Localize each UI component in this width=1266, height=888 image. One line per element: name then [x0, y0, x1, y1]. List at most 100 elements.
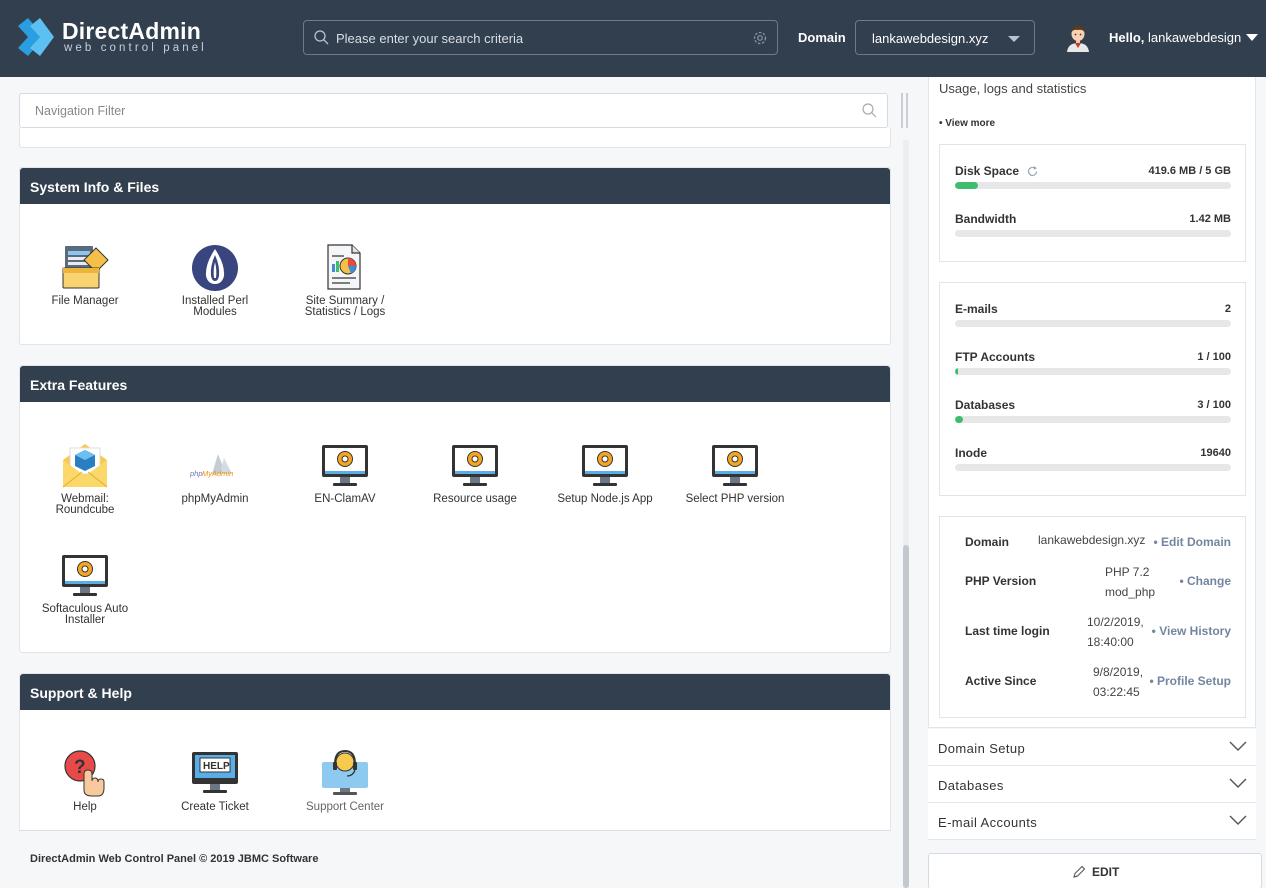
domain-select-value: lankawebdesign.xyz: [872, 31, 989, 46]
panel-extra-features: Extra Features Webmail: Roundcube php My…: [19, 365, 891, 653]
global-search-input[interactable]: Please enter your search criteria: [303, 20, 778, 55]
stat-value: 2: [1224, 303, 1231, 315]
navigation-filter-placeholder: Navigation Filter: [35, 104, 126, 118]
roundcube-mail-icon: [62, 444, 108, 488]
accordion-label: E-mail Accounts: [938, 815, 1038, 830]
info-value: lankawebdesign.xyz: [1038, 533, 1146, 547]
user-greeting[interactable]: Hello, lankawebdesign: [1109, 30, 1241, 45]
stat-label: FTP Accounts: [955, 350, 1036, 364]
directadmin-logo[interactable]: DirectAdmin web control panel: [18, 16, 218, 60]
support-headset-icon: [322, 749, 368, 795]
progress-bar: [955, 464, 1231, 471]
monitor-gear-icon: [582, 445, 628, 486]
panel-system-info-files: System Info & Files File Manager Install…: [19, 167, 891, 345]
tile-label: Installed Perl Modules: [181, 295, 249, 318]
edit-domain-link[interactable]: • Edit Domain: [1153, 535, 1231, 549]
accordion-label: Domain Setup: [938, 741, 1026, 756]
tile-label: Help: [73, 801, 97, 813]
panel-title: System Info & Files: [20, 168, 890, 204]
info-label: PHP Version: [965, 574, 1037, 588]
hello-prefix: Hello,: [1109, 30, 1145, 45]
pencil-icon: [1073, 865, 1086, 878]
view-history-link[interactable]: • View History: [1152, 624, 1231, 638]
chevron-down-icon: [1008, 36, 1020, 42]
info-label: Last time login: [965, 624, 1050, 638]
column-resize-handle[interactable]: [900, 93, 909, 128]
help-question-icon: ?: [64, 750, 105, 797]
tile-label: Select PHP version: [685, 493, 785, 505]
tile-label: Support Center: [306, 801, 384, 813]
progress-bar: [955, 368, 1231, 375]
usage-section-title: Usage, logs and statistics: [939, 81, 1087, 96]
accordion-domain-setup[interactable]: Domain Setup: [928, 729, 1256, 766]
info-label: Domain: [965, 535, 1010, 549]
username: lankawebdesign: [1148, 30, 1242, 45]
change-php-link[interactable]: • Change: [1179, 574, 1231, 588]
stat-label: Databases: [955, 398, 1016, 412]
stat-label: Disk Space: [955, 164, 1038, 178]
svg-text:MyAdmin: MyAdmin: [202, 469, 233, 478]
previous-panel-edge: [19, 128, 891, 148]
disk-bandwidth-box: Disk Space 419.6 MB / 5 GB Bandwidth 1.4…: [939, 144, 1246, 262]
info-value-line1: 9/8/2019,: [1093, 665, 1144, 679]
info-value-line2: 03:22:45: [1093, 685, 1140, 699]
phpmyadmin-logo-icon: php MyAdmin: [190, 454, 233, 478]
stat-label: Inode: [955, 446, 987, 460]
tile-label: Softaculous Auto Installer: [41, 603, 129, 626]
info-value-line2: mod_php: [1105, 585, 1156, 599]
tile-label: phpMyAdmin: [181, 493, 249, 505]
footer-divider: [19, 830, 891, 831]
info-value-line1: PHP 7.2: [1105, 565, 1150, 579]
navigation-filter-input[interactable]: Navigation Filter: [19, 93, 888, 128]
domain-select[interactable]: lankawebdesign.xyz: [855, 20, 1035, 55]
progress-bar: [955, 320, 1231, 327]
progress-bar: [955, 230, 1231, 237]
progress-fill: [955, 416, 964, 423]
scrollbar-thumb[interactable]: [903, 545, 909, 888]
tile-label: Resource usage: [433, 493, 517, 505]
accordion-label: Databases: [938, 778, 1004, 793]
info-row-domain: Domain lankawebdesign.xyz • Edit Domain: [955, 533, 1231, 564]
monitor-gear-icon: [62, 555, 108, 596]
tile-label: EN-ClamAV: [314, 493, 376, 505]
user-avatar-icon[interactable]: [1066, 24, 1090, 52]
tile-label: Site Summary / Statistics / Logs: [304, 295, 386, 318]
perl-onion-icon: [192, 245, 238, 291]
user-menu-caret-icon[interactable]: [1246, 34, 1258, 41]
search-icon: [862, 103, 877, 118]
chevron-down-icon: [1229, 815, 1247, 825]
progress-bar: [955, 416, 1231, 423]
profile-setup-link[interactable]: • Profile Setup: [1149, 674, 1231, 688]
left-column-scrollbar[interactable]: [903, 140, 909, 888]
info-value-line2: 18:40:00: [1087, 635, 1134, 649]
stat-value: 1.42 MB: [1189, 213, 1231, 225]
monitor-gear-icon: [322, 445, 368, 486]
tile-label: File Manager: [51, 295, 119, 307]
monitor-gear-icon: [712, 445, 758, 486]
logo-title: DirectAdmin: [62, 18, 201, 44]
stat-label: E-mails: [955, 302, 998, 316]
domain-label: Domain: [798, 30, 846, 45]
info-row-last-login: Last time login 10/2/2019, 18:40:00 • Vi…: [955, 612, 1231, 649]
accordion-email-accounts[interactable]: E-mail Accounts: [928, 803, 1256, 840]
search-settings-gear-icon[interactable]: [752, 30, 768, 46]
stat-value: 19640: [1200, 447, 1231, 459]
help-monitor-icon: HELP: [192, 752, 238, 793]
edit-button[interactable]: EDIT: [928, 853, 1262, 888]
view-more-link[interactable]: • View more: [939, 118, 995, 129]
refresh-icon[interactable]: [1027, 166, 1038, 177]
progress-bar: [955, 182, 1231, 189]
edit-button-label: EDIT: [1092, 865, 1120, 879]
info-row-active-since: Active Since 9/8/2019, 03:22:45 • Profil…: [955, 662, 1231, 699]
stat-value: 3 / 100: [1197, 399, 1231, 411]
info-row-php-version: PHP Version PHP 7.2 mod_php • Change: [955, 562, 1231, 599]
search-icon: [314, 30, 329, 45]
footer-copyright: DirectAdmin Web Control Panel © 2019 JBM…: [30, 853, 319, 865]
stat-value: 419.6 MB / 5 GB: [1148, 165, 1231, 177]
tile-label: Create Ticket: [181, 801, 249, 813]
logo-chevron-icon: [18, 18, 54, 56]
tile-label: Webmail: Roundcube: [55, 493, 115, 516]
file-manager-icon: [62, 246, 109, 289]
accordion-databases[interactable]: Databases: [928, 766, 1256, 803]
svg-text:php: php: [190, 469, 203, 478]
